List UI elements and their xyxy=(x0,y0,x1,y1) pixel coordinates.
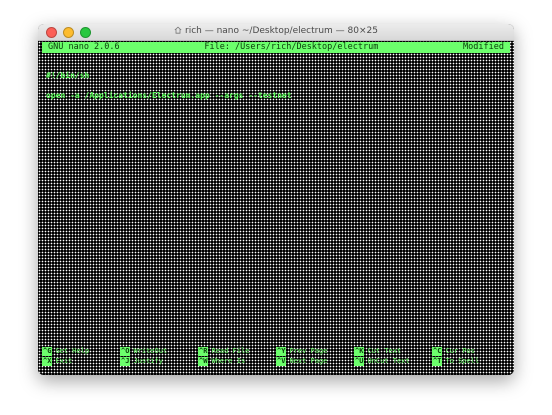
shortcut-label: Get Help xyxy=(55,347,90,355)
shortcut-writeout[interactable]: ^O WriteOut xyxy=(120,347,198,356)
shortcut-key: ^Y xyxy=(276,347,287,356)
shortcut-cur-pos[interactable]: ^C Cur Pos xyxy=(432,347,510,356)
buffer-line: #!/bin/sh xyxy=(46,71,90,80)
shortcut-label: UnCut Text xyxy=(367,357,410,365)
shortcut-where-is[interactable]: ^W Where Is xyxy=(198,357,276,366)
shortcut-read-file[interactable]: ^R Read File xyxy=(198,347,276,356)
shortcut-label: Prev Page xyxy=(289,347,328,355)
shortcut-key: ^X xyxy=(42,357,53,366)
shortcut-key: ^T xyxy=(432,357,443,366)
file-path: File: /Users/rich/Desktop/electrum xyxy=(204,42,379,52)
window-title: rich — nano ~/Desktop/electrum — 80×25 xyxy=(185,26,378,36)
shortcut-justify[interactable]: ^J Justify xyxy=(120,357,198,366)
shortcut-key: ^C xyxy=(432,347,443,356)
window-title-container: rich — nano ~/Desktop/electrum — 80×25 xyxy=(38,26,514,36)
shortcut-label: Read File xyxy=(211,347,250,355)
modified-indicator: Modified xyxy=(463,42,504,52)
terminal-window: rich — nano ~/Desktop/electrum — 80×25 G… xyxy=(38,24,514,375)
terminal-area[interactable]: GNU nano 2.0.6 File: /Users/rich/Desktop… xyxy=(38,41,514,375)
shortcut-key: ^R xyxy=(198,347,209,356)
shortcut-key: ^U xyxy=(354,357,365,366)
shortcut-get-help[interactable]: ^G Get Help xyxy=(42,347,120,356)
shortcut-label: Next Page xyxy=(289,357,328,365)
nano-version: GNU nano 2.0.6 xyxy=(48,42,120,52)
shortcut-key: ^K xyxy=(354,347,365,356)
shortcut-label: Exit xyxy=(55,357,73,365)
buffer-line: open -a /Applications/Electrum.app --arg… xyxy=(46,91,292,100)
shortcut-key: ^G xyxy=(42,347,53,356)
shortcut-key: ^W xyxy=(198,357,209,366)
shortcut-uncut-text[interactable]: ^U UnCut Text xyxy=(354,357,432,366)
shortcut-to-spell[interactable]: ^T To Spell xyxy=(432,357,510,366)
shortcut-label: Cur Pos xyxy=(445,347,475,355)
shortcut-exit[interactable]: ^X Exit xyxy=(42,357,120,366)
shortcut-cut-text[interactable]: ^K Cut Text xyxy=(354,347,432,356)
home-icon xyxy=(174,26,182,34)
buffer-line xyxy=(46,81,506,91)
shortcut-key: ^J xyxy=(120,357,131,366)
shortcut-label: WriteOut xyxy=(133,347,168,355)
title-bar[interactable]: rich — nano ~/Desktop/electrum — 80×25 xyxy=(38,24,514,41)
shortcut-label: Where Is xyxy=(211,357,246,365)
editor-buffer[interactable]: #!/bin/sh open -a /Applications/Electrum… xyxy=(46,71,506,101)
shortcut-label: To Spell xyxy=(445,357,480,365)
shortcut-next-page[interactable]: ^V Next Page xyxy=(276,357,354,366)
nano-status-bar: GNU nano 2.0.6 File: /Users/rich/Desktop… xyxy=(42,42,510,53)
shortcut-key: ^O xyxy=(120,347,131,356)
shortcut-label: Cut Text xyxy=(367,347,402,355)
shortcut-key: ^V xyxy=(276,357,287,366)
shortcut-prev-page[interactable]: ^Y Prev Page xyxy=(276,347,354,356)
shortcut-label: Justify xyxy=(133,357,163,365)
shortcut-bar: ^G Get Help ^O WriteOut ^R Read File ^Y Prev… xyxy=(42,347,510,366)
